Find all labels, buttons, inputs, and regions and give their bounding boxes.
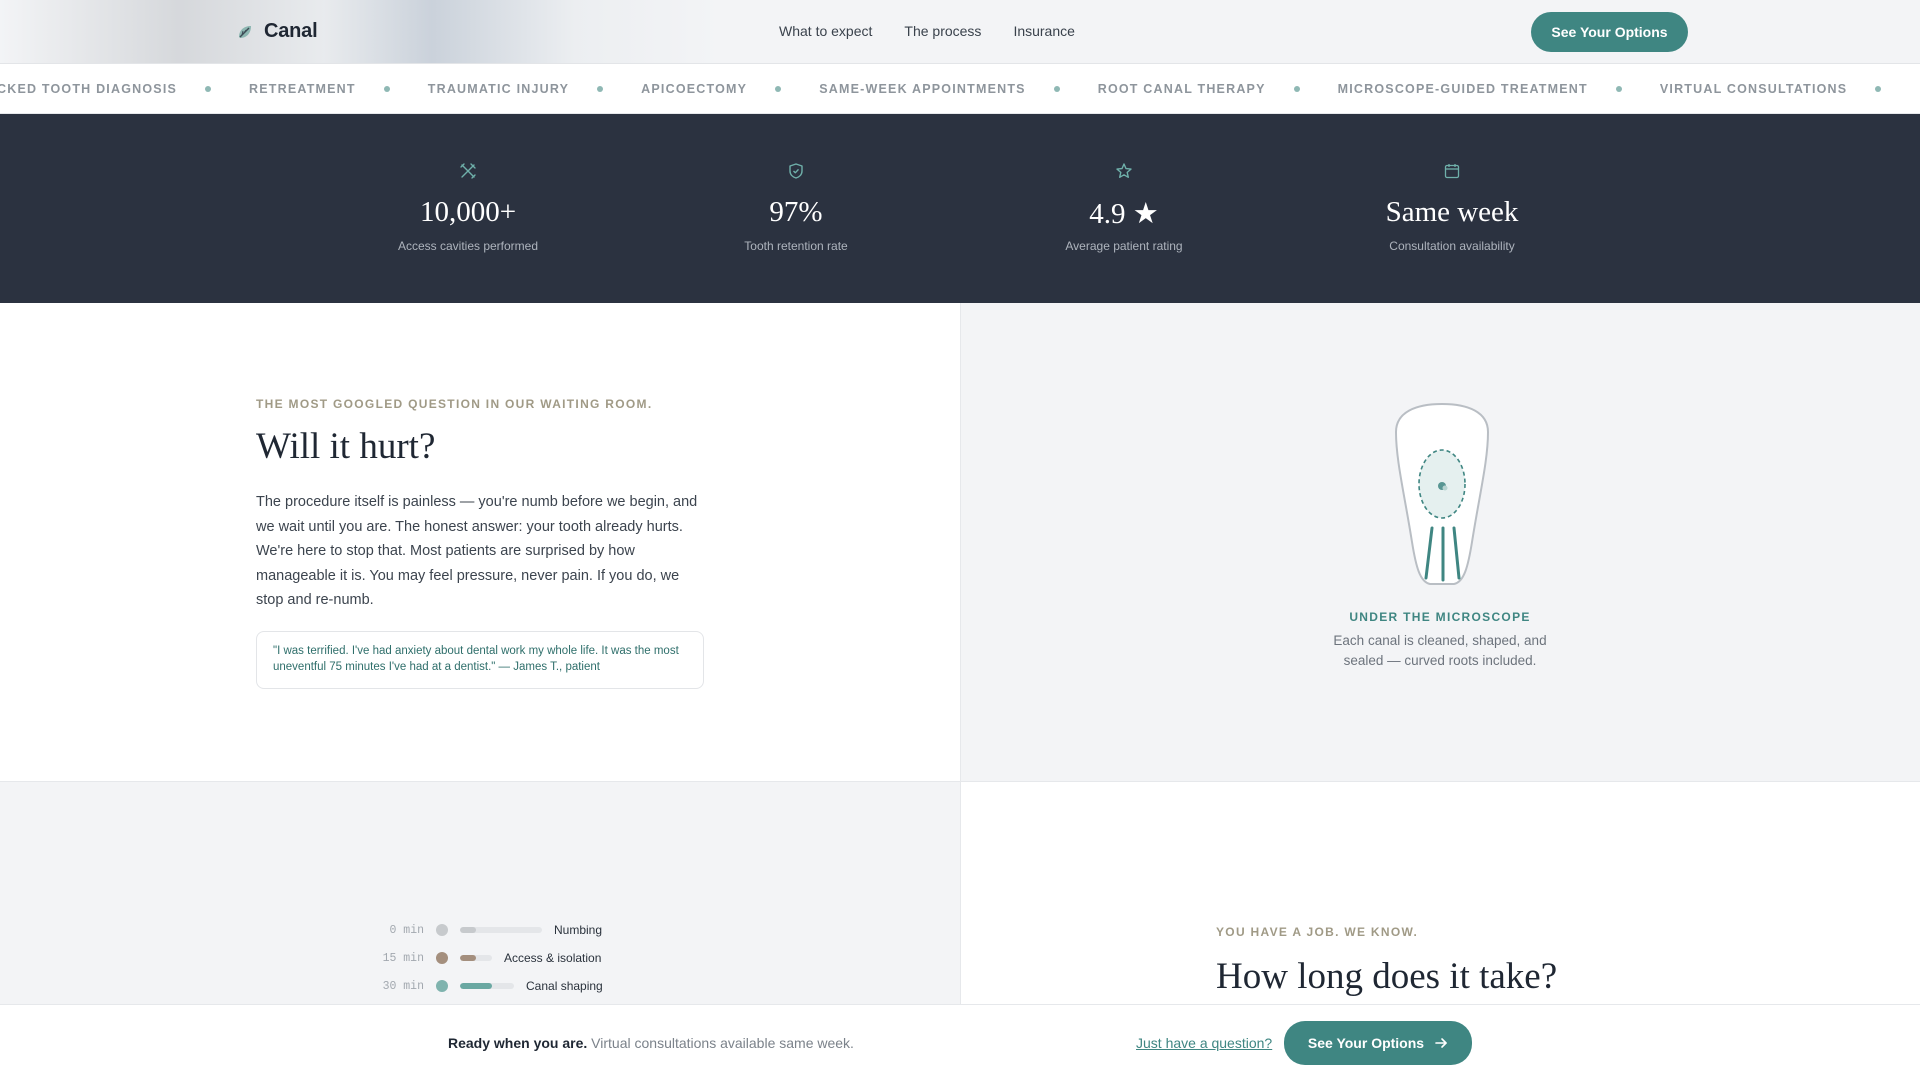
timeline-label: Canal shaping <box>526 979 603 993</box>
timeline-bar-fill <box>460 927 477 933</box>
stat-value: 10,000+ <box>419 196 517 228</box>
patient-quote: "I was terrified. I've had anxiety about… <box>256 631 704 689</box>
timeline-row: 0 min Numbing <box>360 922 602 938</box>
sticky-lead: Ready when you are. <box>448 1035 588 1051</box>
stat-label: Access cavities performed <box>397 239 539 253</box>
will-it-hurt-section: THE MOST GOOGLED QUESTION IN OUR WAITING… <box>0 303 960 782</box>
stat-label: Average patient rating <box>1065 239 1183 253</box>
timeline-label: Access & isolation <box>504 951 602 965</box>
microscope-title: UNDER THE MICROSCOPE <box>1349 610 1531 624</box>
stat-label: Consultation availability <box>1389 239 1515 253</box>
ticker-item: VIRTUAL CONSULTATIONS <box>1660 82 1919 96</box>
timeline-minute: 15 min <box>382 951 424 965</box>
ticker-dot <box>383 86 390 92</box>
ticker-dot <box>597 86 604 92</box>
ticker-item: CKED TOOTH DIAGNOSIS <box>0 82 249 96</box>
hurt-eyebrow: THE MOST GOOGLED QUESTION IN OUR WAITING… <box>256 397 653 411</box>
ticker-item: ROOT CANAL THERAPY <box>1098 82 1338 96</box>
nav-what-to-expect[interactable]: What to expect <box>779 23 872 39</box>
ticker-dot <box>1875 86 1882 92</box>
sticky-text: Virtual consultations available same wee… <box>591 1035 854 1051</box>
timeline-minute: 30 min <box>382 979 424 993</box>
sticky-cta-bar: Ready when you are. Virtual consultation… <box>0 1004 1920 1080</box>
ticker-item: MICROSCOPE-GUIDED TREATMENT <box>1338 82 1660 96</box>
timeline-dot <box>436 952 448 964</box>
timeline-panel <box>0 782 960 1004</box>
tooth-illustration <box>1394 402 1490 585</box>
ticker-item: RETREATMENT <box>249 82 428 96</box>
services-ticker: CKED TOOTH DIAGNOSIS RETREATMENT TRAUMAT… <box>0 64 1920 114</box>
ticker-item: TRAUMATIC INJURY <box>428 82 641 96</box>
sticky-cta-label: See Your Options <box>1307 1035 1425 1051</box>
stat-value: 97% <box>769 196 823 228</box>
star-icon <box>1116 163 1132 178</box>
calendar-icon <box>1444 164 1460 179</box>
timeline-dot <box>436 980 448 992</box>
just-have-a-question-link[interactable]: Just have a question? <box>1136 1035 1272 1051</box>
timeline-bar <box>460 927 542 933</box>
timeline-row: 15 min Access & isolation <box>360 950 602 966</box>
logo-text: Canal <box>264 20 318 42</box>
ticker-dot <box>775 86 782 92</box>
ticker-dot <box>1053 86 1060 92</box>
ticker-dot <box>1615 86 1622 92</box>
duration-eyebrow: YOU HAVE A JOB. WE KNOW. <box>1216 925 1419 939</box>
ticker-item: SAME-WEEK APPOINTMENTS <box>819 82 1098 96</box>
nav-insurance[interactable]: Insurance <box>1013 23 1074 39</box>
timeline-label: Numbing <box>554 923 603 937</box>
header-blur-decoration <box>0 0 720 63</box>
shield-icon <box>789 163 803 179</box>
stat-value: 4.9 ★ <box>1089 198 1159 230</box>
timeline-bar <box>460 983 514 989</box>
timeline-bar <box>460 955 492 961</box>
sticky-see-options-button[interactable]: See Your Options <box>1284 1021 1472 1065</box>
ticker-item: APICOECTOMY <box>641 82 819 96</box>
hurt-title: Will it hurt? <box>256 426 436 467</box>
hurt-body: The procedure itself is painless — you'r… <box>256 494 698 608</box>
site-header: Canal What to expect The process Insuran… <box>0 0 1920 64</box>
sticky-message: Ready when you are. Virtual consultation… <box>448 1035 854 1051</box>
timeline-minute: 0 min <box>389 923 424 937</box>
duration-title: How long does it take? <box>1216 956 1558 997</box>
header-see-options-button[interactable]: See Your Options <box>1531 12 1688 52</box>
stat-label: Tooth retention rate <box>744 239 848 253</box>
arrow-right-icon <box>1435 1038 1447 1048</box>
logo[interactable]: Canal <box>236 20 318 43</box>
timeline-bar-fill <box>460 983 493 989</box>
ticker-dot <box>205 86 212 92</box>
nav-the-process[interactable]: The process <box>904 23 981 39</box>
timeline-row: 30 min Canal shaping <box>360 978 603 994</box>
stat-value: Same week <box>1385 196 1519 228</box>
microscope-body: Each canal is cleaned, shaped, and seale… <box>1333 633 1547 668</box>
stats-band: 10,000+ Access cavities performed 97% To… <box>0 114 1920 303</box>
timeline-dot <box>436 924 448 936</box>
ticker-dot <box>1293 86 1300 92</box>
ticker-track: CKED TOOTH DIAGNOSIS RETREATMENT TRAUMAT… <box>0 82 1919 96</box>
main-nav: What to expect The process Insurance <box>779 23 1075 39</box>
timeline-bar-fill <box>460 955 476 961</box>
tools-icon <box>460 163 476 179</box>
tooth-leaf-icon <box>239 25 251 38</box>
